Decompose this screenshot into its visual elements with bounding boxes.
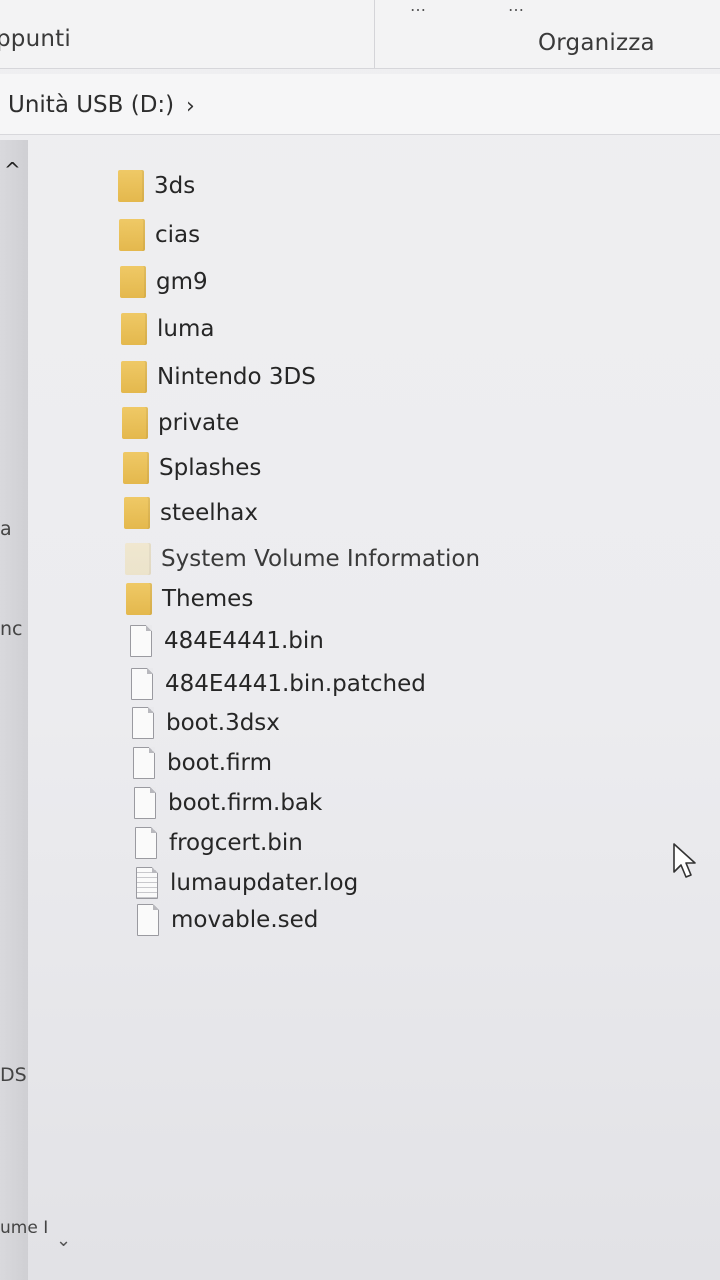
folder-icon xyxy=(123,452,149,484)
list-item-file[interactable]: boot.firm xyxy=(131,746,272,780)
list-item-file[interactable]: boot.firm.bak xyxy=(132,786,322,820)
folder-icon xyxy=(120,266,146,298)
list-item-file[interactable]: boot.3dsx xyxy=(130,706,280,740)
folder-icon xyxy=(118,170,144,202)
folder-icon xyxy=(124,497,150,529)
hidden-folder-icon xyxy=(125,543,151,575)
list-item-folder[interactable]: steelhax xyxy=(124,496,258,530)
list-item-folder[interactable]: Themes xyxy=(126,582,253,616)
file-list: 3ds cias gm9 luma Nintendo 3DS private S… xyxy=(0,0,720,1280)
item-name: boot.firm.bak xyxy=(168,790,323,816)
item-name: boot.firm xyxy=(167,750,273,776)
item-name: movable.sed xyxy=(171,907,319,933)
list-item-file[interactable]: 484E4441.bin.patched xyxy=(129,667,426,701)
explorer-window: … … ppunti Organizza Unità USB (D:) › ^ … xyxy=(0,0,720,1280)
item-name: Splashes xyxy=(159,455,262,481)
list-item-folder[interactable]: Splashes xyxy=(123,451,261,485)
item-name: luma xyxy=(157,316,215,342)
list-item-file[interactable]: lumaupdater.log xyxy=(134,866,358,900)
file-icon xyxy=(131,668,153,700)
list-item-folder-hidden[interactable]: System Volume Information xyxy=(125,542,480,576)
item-name: frogcert.bin xyxy=(169,830,303,856)
item-name: cias xyxy=(155,222,201,248)
folder-icon xyxy=(121,361,147,393)
list-item-folder[interactable]: private xyxy=(122,406,239,440)
item-name: 484E4441.bin xyxy=(164,628,324,654)
file-icon xyxy=(134,787,156,819)
folder-icon xyxy=(119,219,145,251)
item-name: boot.3dsx xyxy=(166,710,280,736)
file-icon xyxy=(137,904,159,936)
file-icon xyxy=(132,707,154,739)
list-item-file[interactable]: 484E4441.bin xyxy=(128,624,324,658)
list-item-file[interactable]: movable.sed xyxy=(135,903,318,937)
folder-icon xyxy=(126,583,152,615)
item-name: steelhax xyxy=(160,500,258,526)
mouse-pointer-icon xyxy=(673,843,696,878)
item-name: gm9 xyxy=(156,269,208,295)
list-item-folder[interactable]: cias xyxy=(119,218,200,252)
list-item-folder[interactable]: luma xyxy=(121,312,214,346)
item-name: Themes xyxy=(162,586,254,612)
list-item-folder[interactable]: Nintendo 3DS xyxy=(121,360,316,394)
list-item-folder[interactable]: gm9 xyxy=(120,265,208,299)
file-icon xyxy=(130,625,152,657)
item-name: lumaupdater.log xyxy=(170,870,359,896)
folder-icon xyxy=(121,313,147,345)
text-file-icon xyxy=(136,867,158,899)
item-name: private xyxy=(158,410,240,436)
item-name: 484E4441.bin.patched xyxy=(165,671,426,697)
list-item-file[interactable]: frogcert.bin xyxy=(133,826,303,860)
file-icon xyxy=(135,827,157,859)
folder-icon xyxy=(122,407,148,439)
item-name: Nintendo 3DS xyxy=(157,364,316,390)
list-item-folder[interactable]: 3ds xyxy=(118,169,195,203)
item-name: 3ds xyxy=(154,173,196,199)
file-icon xyxy=(133,747,155,779)
item-name: System Volume Information xyxy=(161,546,481,572)
